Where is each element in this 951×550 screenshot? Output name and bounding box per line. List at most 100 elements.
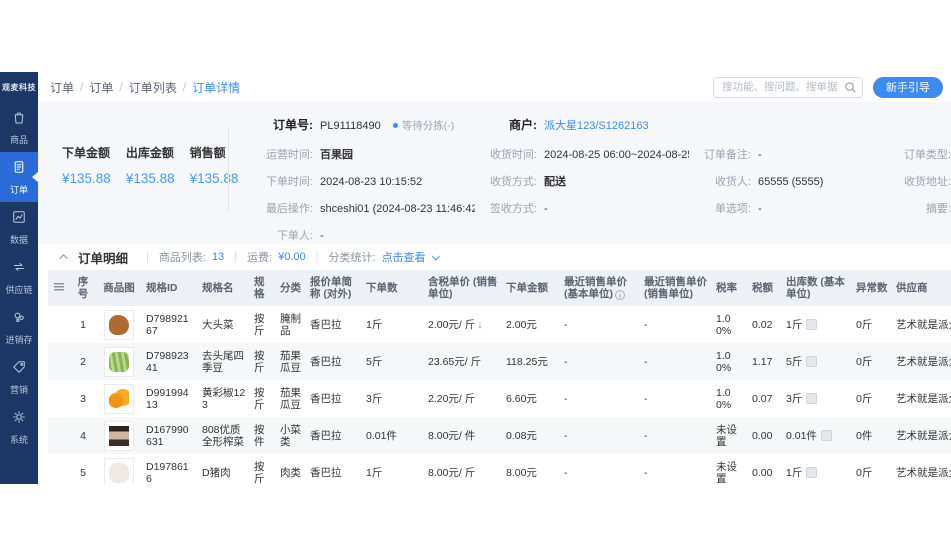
field-value: 2024-08-25 06:00~2024-08-25 07:00 [544, 149, 689, 161]
field-label: 单选项: [689, 200, 751, 216]
summary-label: 销售额 [190, 144, 239, 161]
column-header: 出库数 (基本单位) [782, 270, 852, 306]
cell-img [96, 454, 142, 484]
cell-qty: 3斤 [362, 380, 424, 417]
cell-price: 23.65元/ 斤 [424, 343, 502, 380]
order-info-panel: 下单金额¥135.88出库金额¥135.88销售额¥135.88 订单号: PL… [38, 102, 951, 244]
order-items-table-wrap: 序号商品图规格ID规格名规格分类报价单简称 (对外)下单数含税单价 (销售单位)… [38, 270, 951, 484]
order-info-field: 下单人:- [251, 227, 475, 243]
cell-qty: 0.01件 [362, 417, 424, 454]
cell-amount: 8.00元 [502, 454, 560, 484]
cell-select[interactable] [48, 343, 70, 380]
topbar: 订单/订单/订单列表/订单详情 新手引导 [38, 72, 951, 102]
table-row: 3D99199413黄彩椒123按斤茄果瓜豆香巴拉3斤2.20元/ 斤6.60元… [48, 380, 951, 417]
order-info-row: 下单人:- [251, 227, 951, 243]
cell-amount: 6.60元 [502, 380, 560, 417]
breadcrumb-item[interactable]: 订单 [50, 79, 74, 96]
detail-title: 订单明细 [78, 248, 128, 267]
sidebar-item-system[interactable]: 系统 [0, 402, 38, 452]
outbound-edit-icon[interactable] [806, 393, 817, 404]
cell-recent_sale: - [640, 306, 712, 343]
sidebar-item-data[interactable]: 数据 [0, 202, 38, 252]
newbie-guide-button[interactable]: 新手引导 [873, 77, 943, 98]
cell-id: D79892167 [142, 306, 198, 343]
cell-price: 8.00元/ 件 [424, 417, 502, 454]
cell-select[interactable] [48, 380, 70, 417]
info-icon[interactable]: i [615, 290, 625, 300]
breadcrumb-separator: / [183, 80, 186, 94]
cell-tax_rate: 1.00% [712, 343, 748, 380]
outbound-edit-icon[interactable] [806, 319, 817, 330]
outbound-edit-icon[interactable] [806, 356, 817, 367]
inventory-icon [10, 308, 28, 331]
cell-id: D1978616 [142, 454, 198, 484]
system-icon [10, 408, 28, 431]
cell-price: 2.20元/ 斤 [424, 380, 502, 417]
cell-select[interactable] [48, 417, 70, 454]
product-image [104, 347, 134, 377]
order-info-field: 收货地址:配送广州 [889, 173, 951, 189]
field-label: 收货方式: [475, 173, 537, 189]
cell-supplier: 艺术就是派大星 [892, 343, 951, 380]
column-header: 规格 [250, 270, 276, 306]
order-info-grid: 订单号: PL91118490 等待分拣(-) 商户: 派大星123/S1262… [251, 114, 951, 244]
merchant-field: 商户: 派大星123/S1262163 [475, 116, 689, 133]
breadcrumb-item[interactable]: 订单 [89, 79, 113, 96]
search-input[interactable] [713, 77, 863, 98]
summary-value: ¥135.88 [126, 171, 175, 186]
product-image [104, 421, 134, 451]
sidebar-item-supply[interactable]: 供应链 [0, 252, 38, 302]
cell-name: 黄彩椒123 [198, 380, 250, 417]
order-status-badge: 等待分拣(-) [393, 118, 455, 133]
breadcrumb-item[interactable]: 订单列表 [129, 79, 177, 96]
outbound-edit-icon[interactable] [821, 430, 832, 441]
collapse-chevron-icon[interactable] [59, 254, 67, 262]
column-header: 供应商 [892, 270, 951, 306]
order-info-field: 订单备注:- [689, 146, 889, 162]
cell-num: 2 [70, 343, 96, 380]
breadcrumb-item[interactable]: 订单详情 [192, 79, 240, 96]
cell-amount: 118.25元 [502, 343, 560, 380]
sidebar-item-inventory[interactable]: 进销存 [0, 302, 38, 352]
cell-tax_rate: 1.00% [712, 306, 748, 343]
select-all-icon[interactable] [54, 283, 64, 291]
cell-num: 5 [70, 454, 96, 484]
summary-label: 下单金额 [62, 144, 111, 161]
column-header: 下单金额 [502, 270, 560, 306]
divider: | [316, 251, 319, 263]
cell-out: 3斤 [782, 380, 852, 417]
cell-select[interactable] [48, 454, 70, 484]
cell-recent_sale: - [640, 343, 712, 380]
cell-cat: 肉类 [276, 454, 306, 484]
cell-recent_base: - [560, 380, 640, 417]
category-stats-link[interactable]: 点击查看 [382, 249, 426, 265]
cell-num: 4 [70, 417, 96, 454]
cell-out: 1斤 [782, 454, 852, 484]
summary-label: 出库金额 [126, 144, 175, 161]
cell-select[interactable] [48, 306, 70, 343]
cell-supplier: 艺术就是派大星 [892, 454, 951, 484]
outbound-edit-icon[interactable] [806, 467, 817, 478]
field-label: 收货地址: [889, 173, 951, 189]
cell-spec: 按斤 [250, 306, 276, 343]
status-dot-icon [393, 123, 398, 128]
cell-tax: 0.07 [748, 380, 782, 417]
expand-chevron-icon[interactable] [431, 252, 439, 260]
field-value: - [320, 230, 324, 242]
merchant-link[interactable]: 派大星123/S1262163 [544, 117, 649, 133]
order-info-row: 最后操作:shceshi01 (2024-08-23 11:46:42)签收方式… [251, 200, 951, 216]
summary-value: ¥135.88 [62, 171, 111, 186]
sidebar-item-orders[interactable]: 订单 [0, 152, 38, 202]
column-header [48, 270, 70, 306]
sidebar-item-goods[interactable]: 商品 [0, 102, 38, 152]
column-header: 最近销售单价 (基本单位)i [560, 270, 640, 306]
field-value: 65555 (5555) [758, 176, 823, 188]
cell-out: 0.01件 [782, 417, 852, 454]
field-label: 下单时间: [251, 173, 313, 189]
field-label: 收货时间: [475, 146, 537, 162]
global-search [713, 77, 863, 98]
table-row: 4D167990631808优质全形榨菜按件小菜类香巴拉0.01件8.00元/ … [48, 417, 951, 454]
cell-quote: 香巴拉 [306, 380, 362, 417]
sidebar-item-marketing[interactable]: 营销 [0, 352, 38, 402]
order-number-field: 订单号: PL91118490 等待分拣(-) [251, 116, 475, 133]
